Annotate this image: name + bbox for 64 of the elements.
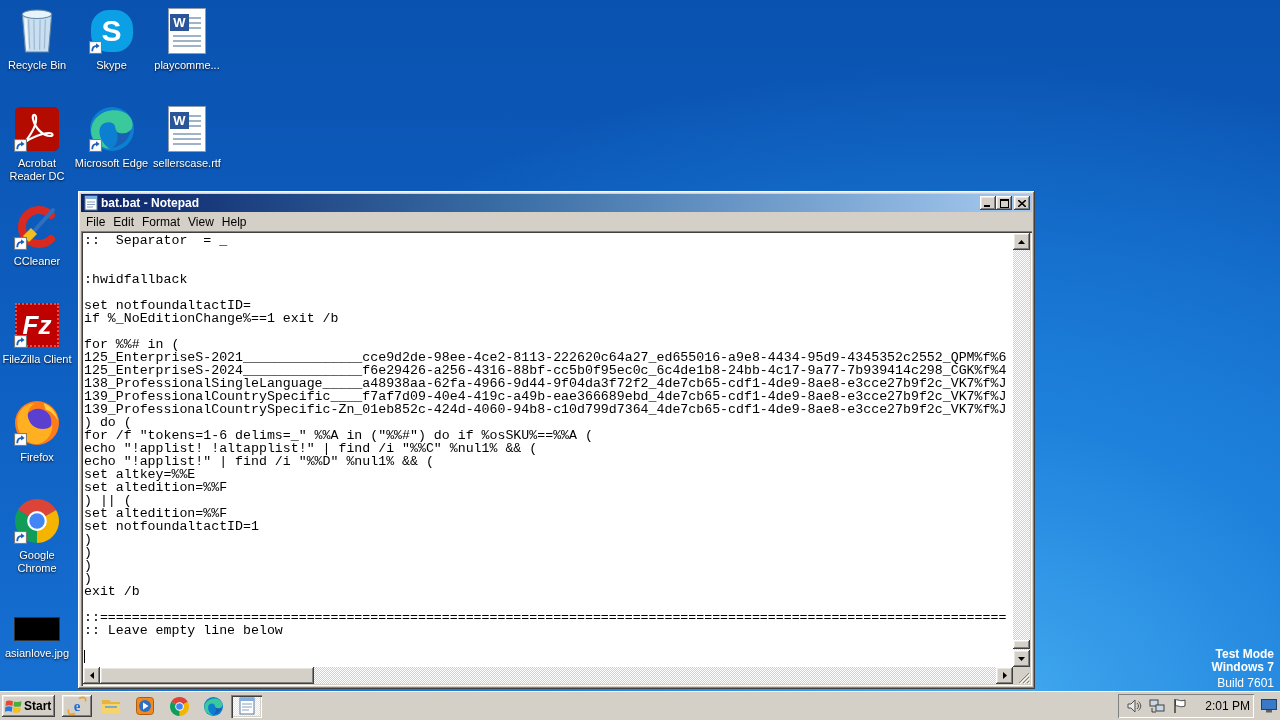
menu-item[interactable]: Edit — [109, 213, 139, 230]
menu-item[interactable]: File — [82, 213, 110, 230]
desktop-icon-label[interactable]: Firefox — [20, 451, 54, 464]
menu-item[interactable]: Help — [217, 213, 251, 230]
clock[interactable]: 2:01 PM — [1205, 697, 1250, 715]
desktop-icon-label[interactable]: Acrobat Reader DC — [0, 157, 74, 183]
horizontal-scrollbar[interactable] — [83, 667, 1013, 684]
right-triangle-icon — [1002, 672, 1007, 679]
scrollbar-thumb[interactable] — [100, 667, 314, 684]
media-player-icon — [136, 697, 154, 715]
notepad-icon — [238, 697, 255, 715]
menu-item[interactable]: Format — [138, 213, 185, 230]
close-icon — [1018, 199, 1026, 207]
desktop-icon-label[interactable]: Skype — [96, 59, 127, 72]
flag-icon[interactable] — [1172, 698, 1188, 714]
scrollbar-thumb[interactable] — [1013, 640, 1030, 649]
scroll-left-button[interactable] — [83, 667, 100, 684]
maximize-button[interactable] — [996, 196, 1012, 210]
desktop-icon-label[interactable]: Recycle Bin — [7, 59, 67, 72]
start-button[interactable]: Start — [2, 695, 55, 717]
monitor-icon[interactable] — [1261, 699, 1277, 713]
notepad-icon — [84, 195, 98, 211]
folder-icon — [101, 698, 121, 714]
maximize-icon — [999, 198, 1009, 208]
minimize-button[interactable] — [980, 196, 996, 210]
desktop-icon-label[interactable]: playcomme... — [154, 59, 220, 72]
up-triangle-icon — [1018, 239, 1025, 244]
word-document-icon[interactable]: W — [168, 106, 206, 152]
vertical-scrollbar[interactable] — [1013, 233, 1030, 667]
filezilla-logo-icon[interactable]: Fz — [15, 303, 59, 347]
desktop-icon-label[interactable]: Google Chrome — [0, 549, 74, 575]
windows-flag-icon — [5, 698, 22, 714]
desktop-icon-label[interactable]: CCleaner — [13, 255, 61, 268]
build-number-text: Build 7601 — [1217, 677, 1274, 690]
text-caret-icon — [84, 650, 85, 663]
window-title: bat.bat - Notepad — [101, 197, 199, 209]
windows-edition-text: Windows 7 — [1211, 661, 1274, 674]
scroll-down-button[interactable] — [1013, 650, 1030, 667]
title-bar[interactable]: bat.bat - Notepad — [81, 194, 1032, 212]
desktop-icon-label[interactable]: FileZilla Client — [2, 353, 72, 366]
resize-grip-icon[interactable] — [1018, 672, 1030, 684]
taskbar-window-button[interactable] — [231, 694, 262, 718]
word-document-icon[interactable]: W — [168, 8, 206, 54]
chrome-logo-icon[interactable] — [15, 499, 59, 543]
desktop-icon-label[interactable]: Microsoft Edge — [74, 157, 149, 170]
left-triangle-icon — [89, 672, 94, 679]
firefox-logo-icon[interactable] — [15, 401, 59, 445]
acrobat-logo-icon[interactable] — [15, 107, 59, 151]
menu-item[interactable]: View — [184, 213, 218, 230]
network-icon[interactable] — [1149, 698, 1165, 714]
close-button[interactable] — [1014, 196, 1030, 210]
desktop-icon-label[interactable]: asianlove.jpg — [4, 647, 70, 660]
down-triangle-icon — [1018, 656, 1025, 661]
desktop-icon-label[interactable]: sellerscase.rtf — [153, 157, 221, 170]
scroll-right-button[interactable] — [996, 667, 1013, 684]
test-mode-text: Test Mode — [1215, 648, 1274, 661]
image-thumbnail[interactable] — [14, 617, 60, 641]
scroll-up-button[interactable] — [1013, 233, 1030, 250]
chrome-logo-icon[interactable] — [169, 696, 189, 716]
document-text: :: Separator = _ :hwidfallback set notfoundaltactID= if %_NoEditionChange%==1 exit /b for %%# in ( 125_EnterpriseS-2021_______________cce9d2de-98ee-4ce2-8113-222620c64a27_ed655016-a9e8-4434-95d9-4345352c2552_QPM%f%6 125_EnterpriseS-2024_______________f6e29426-a256-4316-88bf-cc5b0f95ec0c_6c4de1b8-24bb-4c17-9a77-7b939414c298_CGK%f%4 138_ProfessionalSingleLanguage_____a48938aa-62fa-4966-9d44-9f04da3f72f2_4de7cb65-cdf1-4de9-8ae8-e3cce27b9f2c_VK7%f%J 139_ProfessionalCountrySpecific____f7af7d09-40e4-419c-a49b-eae366689ebd_4de7cb65-cdf1-4de9-8ae8-e3cce27b9f2c_VK7%f%J 139_ProfessionalCountrySpecific-Zn_01eb852c-424d-4060-94b8-c10d799d7364_4de7cb65-cdf1-4de9-8ae8-e3cce27b9f2c_VK7%f%J ) do ( for /f "tokens=1-6 delims=_" %%A in ("%%#") do if %osSKU%==%%A ( echo "!applist! !altapplist!" | find /i "%%C" %nul1% && ( echo "!applist!" | find /i "%%D" %nul1% && ( set altkey=%%E set altedition=%%F ) || ( set altedition=%%F set notfoundaltactID=1 ) ) ) ) exit /b ::================================================================================================================== :: Leave empty line below — [84, 234, 1007, 637]
edge-logo-icon[interactable] — [203, 696, 223, 716]
speaker-icon[interactable] — [1126, 698, 1142, 714]
trash-can-icon[interactable] — [20, 9, 54, 53]
edge-logo-icon[interactable] — [89, 107, 134, 151]
